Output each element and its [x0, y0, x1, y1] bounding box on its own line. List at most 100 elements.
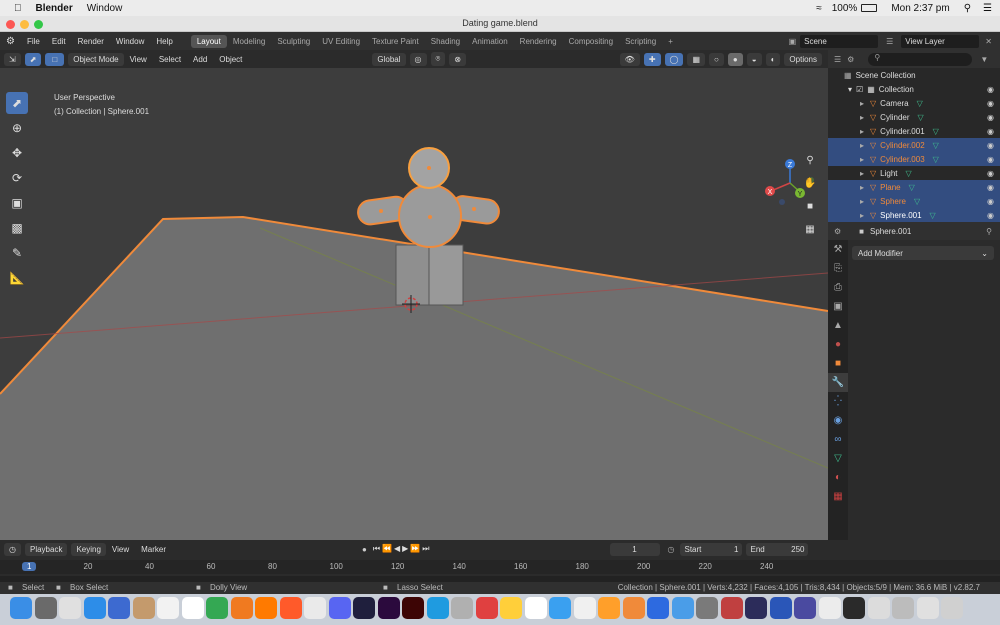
- visibility-eye-icon[interactable]: ◉: [987, 85, 994, 94]
- zoom-icon[interactable]: ⚲: [800, 150, 820, 170]
- expand-icon[interactable]: ▸: [860, 127, 864, 136]
- expand-icon[interactable]: ▸: [860, 183, 864, 192]
- search-icon[interactable]: ⚲: [964, 3, 971, 14]
- rotate-tool-icon[interactable]: ⟳: [6, 167, 28, 189]
- dock-app-icon[interactable]: [426, 597, 449, 619]
- playback-controls[interactable]: ⏮⏪◀▶⏩⏭: [373, 544, 432, 554]
- snap-icon[interactable]: ⌾: [430, 52, 446, 66]
- expand-icon[interactable]: ▸: [860, 113, 864, 122]
- view-layer-selector[interactable]: View Layer: [901, 34, 980, 48]
- tab-texture-paint[interactable]: Texture Paint: [366, 35, 425, 48]
- start-frame-field[interactable]: Start 1: [680, 542, 743, 556]
- dock-app-icon[interactable]: [34, 597, 57, 619]
- expand-icon[interactable]: ▸: [860, 99, 864, 108]
- mesh-data-icon[interactable]: ▽: [917, 99, 923, 108]
- mesh-data-icon[interactable]: ▽: [933, 155, 939, 164]
- visibility-eye-icon[interactable]: ◉: [987, 127, 994, 136]
- outliner-item[interactable]: ▸ ▽ Light ▽ ◉: [828, 166, 1000, 180]
- expand-icon[interactable]: ▸: [860, 169, 864, 178]
- tab-shading[interactable]: Shading: [425, 35, 466, 48]
- visibility-eye-icon[interactable]: ◉: [987, 141, 994, 150]
- visibility-eye-icon[interactable]: ◉: [987, 183, 994, 192]
- cursor-tool-icon[interactable]: ⊕: [6, 117, 28, 139]
- viewport-menu-object[interactable]: Object: [213, 55, 248, 64]
- xray-icon[interactable]: ▦: [687, 52, 706, 66]
- visibility-icon[interactable]: 👁: [619, 52, 640, 66]
- transform-tool-icon[interactable]: ▩: [6, 217, 28, 239]
- dock-app-icon[interactable]: [916, 597, 939, 619]
- dock-app-icon[interactable]: [843, 597, 865, 619]
- mesh-data-icon[interactable]: ▽: [909, 183, 915, 192]
- select-mode-new-icon[interactable]: □: [45, 52, 65, 66]
- properties-editor-icon[interactable]: ⚙: [834, 227, 841, 236]
- outliner-collection[interactable]: ▾ ☑ ▦ Collection ◉: [828, 82, 1000, 96]
- constraints-tab-icon[interactable]: ∞: [828, 430, 848, 449]
- mesh-data-icon[interactable]: ▽: [933, 141, 939, 150]
- visibility-eye-icon[interactable]: ◉: [987, 99, 994, 108]
- mesh-data-icon[interactable]: ▽: [930, 211, 936, 220]
- overlays-icon[interactable]: ◯: [664, 52, 684, 66]
- timeline-editor-icon[interactable]: ◷: [4, 542, 21, 556]
- dock-app-icon[interactable]: [696, 597, 718, 619]
- visibility-eye-icon[interactable]: ◉: [987, 211, 994, 220]
- menu-help[interactable]: Help: [150, 37, 178, 46]
- mesh-data-icon[interactable]: ▽: [914, 197, 920, 206]
- filter-icon[interactable]: ▼: [980, 55, 988, 64]
- select-tool-icon[interactable]: ⬈: [24, 52, 42, 66]
- dock-app-icon[interactable]: [279, 597, 302, 619]
- tab-modeling[interactable]: Modeling: [227, 35, 271, 48]
- outliner-item[interactable]: ▸ ▽ Plane ▽ ◉: [828, 180, 1000, 194]
- object-mode-dropdown[interactable]: Object Mode: [68, 52, 124, 66]
- modifier-tab-icon[interactable]: 🔧: [828, 373, 848, 392]
- menu-render[interactable]: Render: [72, 37, 110, 46]
- dock-app-icon[interactable]: [549, 597, 571, 619]
- output-tab-icon[interactable]: ⎙: [828, 278, 848, 297]
- record-icon[interactable]: ●: [362, 545, 367, 554]
- checkbox-icon[interactable]: ☑: [856, 85, 863, 94]
- dock-app-icon[interactable]: [10, 597, 32, 619]
- material-shading-icon[interactable]: ◒: [746, 52, 762, 66]
- leg-cylinder-left[interactable]: [395, 244, 430, 306]
- tab-uv-editing[interactable]: UV Editing: [316, 35, 366, 48]
- ortho-grid-icon[interactable]: ▦: [800, 219, 820, 239]
- dock-app-icon[interactable]: [83, 597, 106, 619]
- add-workspace-button[interactable]: +: [662, 35, 679, 48]
- expand-icon[interactable]: ▸: [860, 211, 864, 220]
- visibility-eye-icon[interactable]: ◉: [987, 197, 994, 206]
- leg-cylinder-right[interactable]: [428, 244, 464, 306]
- measure-tool-icon[interactable]: 📐: [6, 267, 28, 289]
- menu-edit[interactable]: Edit: [46, 37, 72, 46]
- material-tab-icon[interactable]: ◐: [828, 468, 848, 487]
- world-tab-icon[interactable]: ●: [828, 335, 848, 354]
- expand-icon[interactable]: ▸: [860, 155, 864, 164]
- dock-app-icon[interactable]: [181, 597, 204, 619]
- tab-layout[interactable]: Layout: [190, 34, 227, 48]
- battery-label[interactable]: 100%: [832, 3, 858, 14]
- dock-app-icon[interactable]: [451, 597, 473, 619]
- pan-hand-icon[interactable]: ✋: [800, 173, 820, 193]
- close-view-layer-icon[interactable]: ✕: [985, 37, 992, 46]
- tab-animation[interactable]: Animation: [466, 35, 514, 48]
- dock-app-icon[interactable]: [377, 597, 400, 619]
- timeline-menu-marker[interactable]: Marker: [135, 545, 172, 554]
- blender-logo-icon[interactable]: ⚙: [0, 36, 21, 47]
- clock-icon[interactable]: ◷: [668, 545, 675, 554]
- expand-icon[interactable]: ▸: [860, 197, 864, 206]
- rendered-shading-icon[interactable]: ◐: [765, 52, 781, 66]
- viewport-menu-add[interactable]: Add: [187, 55, 213, 64]
- camera-view-icon[interactable]: ■: [800, 196, 820, 216]
- viewport-menu-view[interactable]: View: [124, 55, 153, 64]
- dock-app-icon[interactable]: [794, 597, 816, 619]
- dock-app-icon[interactable]: [573, 597, 596, 619]
- scene-tab-icon[interactable]: ▲: [828, 316, 848, 335]
- outliner-item[interactable]: ▸ ▽ Sphere ▽ ◉: [828, 194, 1000, 208]
- timeline-ruler[interactable]: 1 20 40 60 80 100 120 140 160 180 200 220 240: [0, 560, 1000, 574]
- dock-app-icon[interactable]: [157, 597, 179, 619]
- dock-app-icon[interactable]: [255, 597, 277, 619]
- tool-tab-icon[interactable]: ⚒: [828, 240, 848, 259]
- dock-app-icon[interactable]: [59, 597, 81, 619]
- dock-app-icon[interactable]: [892, 597, 914, 619]
- outliner-item[interactable]: ▸ ▽ Cylinder.002 ▽ ◉: [828, 138, 1000, 152]
- tab-sculpting[interactable]: Sculpting: [271, 35, 316, 48]
- object-tab-icon[interactable]: ■: [828, 354, 848, 373]
